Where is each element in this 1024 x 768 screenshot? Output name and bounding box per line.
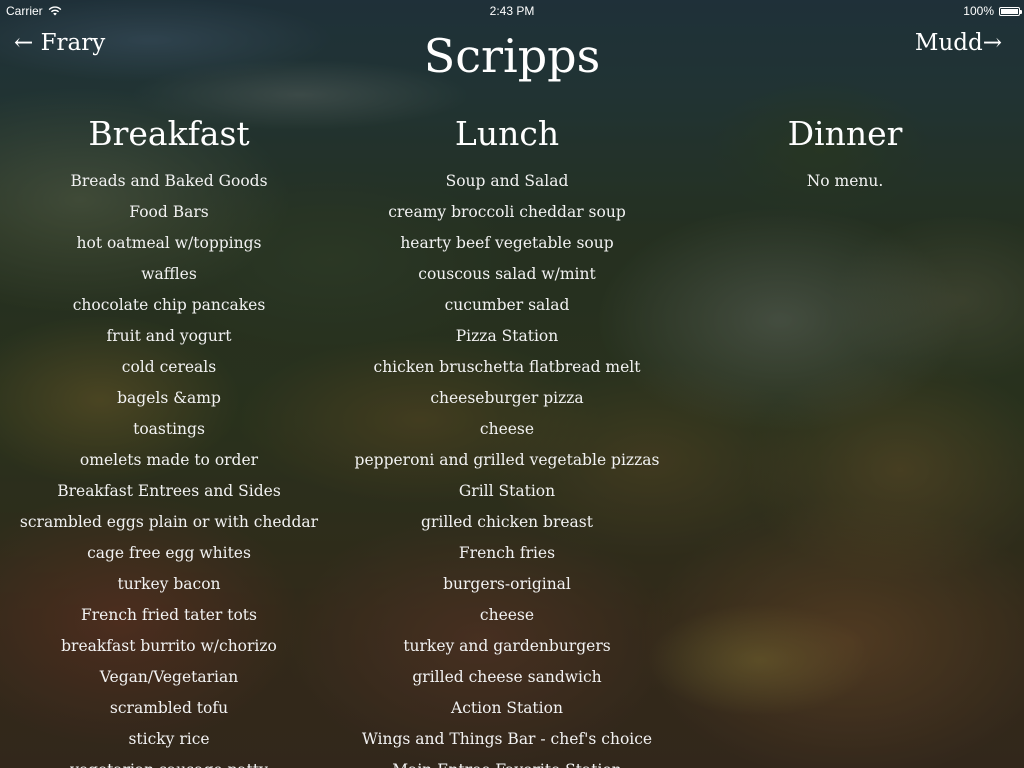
breakfast-menu-item: Food Bars <box>129 203 209 221</box>
breakfast-menu-item: fruit and yogurt <box>106 327 232 345</box>
breakfast-menu-item: cold cereals <box>121 358 217 376</box>
lunch-menu-item: grilled chicken breast <box>421 513 593 531</box>
breakfast-menu-item: toastings <box>133 420 205 438</box>
breakfast-menu-item: Breakfast Entrees and Sides <box>57 482 281 500</box>
breakfast-menu-item: turkey bacon <box>117 575 221 593</box>
breakfast-menu-item: Vegan/Vegetarian <box>99 668 239 686</box>
breakfast-menu-item: scrambled tofu <box>109 699 229 717</box>
meal-columns: Breakfast Breads and Baked Goods Food Bar… <box>0 108 1024 768</box>
lunch-menu-item: Pizza Station <box>455 327 559 345</box>
lunch-menu-item: hearty beef vegetable soup <box>400 234 614 252</box>
lunch-heading: Lunch <box>454 114 560 153</box>
breakfast-menu-item: sticky rice <box>128 730 210 748</box>
dinner-column: Dinner No menu. <box>676 108 1014 197</box>
lunch-menu-item: French fries <box>458 544 556 562</box>
lunch-menu-item: cheese <box>479 420 535 438</box>
page-title: Scripps <box>423 29 601 83</box>
lunch-menu-item: Wings and Things Bar - chef's choice <box>361 730 653 748</box>
lunch-menu-item: cheeseburger pizza <box>430 389 584 407</box>
status-time: 2:43 PM <box>489 4 535 18</box>
lunch-menu-item: cheese <box>479 606 535 624</box>
breakfast-menu-item: French fried tater tots <box>81 606 257 624</box>
status-bar: Carrier 2:43 PM 100% <box>0 0 1024 22</box>
dinner-list[interactable]: No menu. <box>676 166 1014 197</box>
lunch-menu-item: chicken bruschetta flatbread melt <box>373 358 641 376</box>
breakfast-menu-item: breakfast burrito w/chorizo <box>61 637 277 655</box>
forward-to-mudd-button[interactable]: Mudd→ <box>915 30 1002 56</box>
battery-icon <box>999 6 1022 16</box>
lunch-menu-item: cucumber salad <box>444 296 570 314</box>
breakfast-menu-item: hot oatmeal w/toppings <box>76 234 262 252</box>
lunch-menu-item: burgers-original <box>443 575 571 593</box>
breakfast-list[interactable]: Breads and Baked Goods Food Bars hot oatme… <box>0 166 338 768</box>
lunch-menu-item: Grill Station <box>458 482 556 500</box>
breakfast-menu-item: Breads and Baked Goods <box>70 172 268 190</box>
breakfast-column: Breakfast Breads and Baked Goods Food Bar… <box>0 108 338 768</box>
lunch-menu-item: creamy broccoli cheddar soup <box>388 203 626 221</box>
breakfast-menu-item: chocolate chip pancakes <box>72 296 266 314</box>
breakfast-menu-item: omelets made to order <box>79 451 259 469</box>
lunch-list[interactable]: Soup and Salad creamy broccoli cheddar so… <box>338 166 676 768</box>
lunch-column: Lunch Soup and Salad creamy broccoli ched… <box>338 108 676 768</box>
dinner-heading: Dinner <box>787 114 903 153</box>
breakfast-menu-item: vegetarian sausage patty <box>0 755 338 768</box>
lunch-menu-item: Soup and Salad <box>445 172 569 190</box>
lunch-menu-item: Main Entree Favorite Station <box>338 755 676 768</box>
lunch-menu-item: pepperoni and grilled vegetable pizzas <box>354 451 660 469</box>
breakfast-menu-item: scrambled eggs plain or with cheddar <box>19 513 319 531</box>
breakfast-heading: Breakfast <box>88 114 250 153</box>
dinner-menu-item: No menu. <box>806 172 884 190</box>
status-right: 100% <box>963 4 1022 18</box>
lunch-menu-item: couscous salad w/mint <box>418 265 596 283</box>
breakfast-menu-item: waffles <box>141 265 197 283</box>
breakfast-menu-item: cage free egg whites <box>87 544 251 562</box>
lunch-menu-item: grilled cheese sandwich <box>412 668 602 686</box>
breakfast-menu-item: bagels &amp <box>117 389 221 407</box>
battery-fill <box>1001 8 1018 14</box>
lunch-menu-item: turkey and gardenburgers <box>403 637 611 655</box>
lunch-menu-item: Action Station <box>451 699 563 717</box>
battery-percent: 100% <box>963 4 994 18</box>
